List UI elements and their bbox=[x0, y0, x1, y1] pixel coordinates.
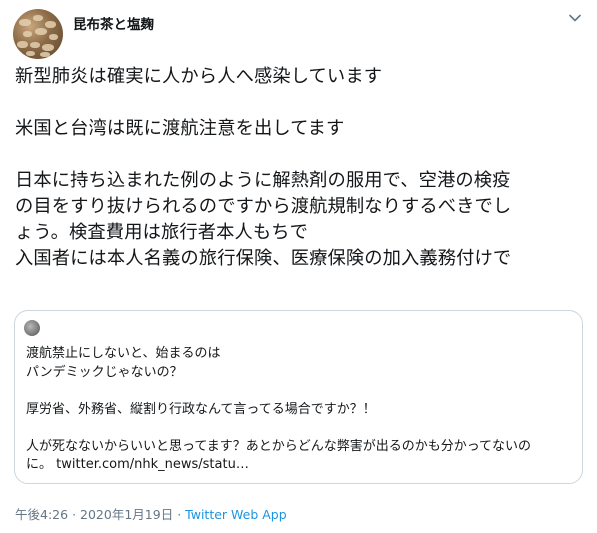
tweet-text: 新型肺炎は確実に人から人へ感染しています 米国と台湾は既に渡航注意を出してます … bbox=[15, 64, 587, 272]
quoted-tweet-line: 厚労省、外務省、縦割り行政なんて言ってる場合ですか？！ bbox=[26, 401, 376, 417]
meta-separator: · bbox=[72, 507, 77, 522]
avatar[interactable] bbox=[13, 9, 63, 59]
tweet-line: 入国者には本人名義の旅行保険、医療保険の加入義務付けで bbox=[15, 248, 512, 269]
meta-separator: · bbox=[177, 507, 182, 522]
quoted-tweet-avatar bbox=[24, 320, 40, 336]
tweet-line: の目をすり抜けられるのですから渡航規制なりするべきでし bbox=[15, 196, 512, 217]
quoted-tweet-card[interactable]: 渡航禁止にしないと、始まるのは パンデミックじゃないの？ 厚労省、外務省、縦割り… bbox=[14, 310, 583, 484]
chevron-down-icon[interactable] bbox=[568, 13, 582, 23]
quoted-tweet-line-end: に。 bbox=[26, 457, 53, 472]
tweet-date[interactable]: 2020年1月19日 bbox=[80, 507, 173, 522]
tweet-line: ょう。検査費用は旅行者本人もちで bbox=[15, 222, 309, 243]
tweet-time[interactable]: 午後4:26 bbox=[15, 507, 68, 522]
tweet-metadata: 午後4:26 · 2020年1月19日 · Twitter Web App bbox=[15, 504, 287, 523]
tweet-source-link[interactable]: Twitter Web App bbox=[185, 507, 287, 522]
quoted-tweet-link[interactable]: twitter.com/nhk_news/statu… bbox=[56, 457, 249, 472]
quoted-tweet-last-line: に。 twitter.com/nhk_news/statu… bbox=[26, 456, 571, 475]
quoted-tweet-line: 人が死なないからいいと思ってます？あとからどんな弊害が出るのかも分かってないの bbox=[26, 438, 532, 454]
tweet: 昆布茶と塩麹 新型肺炎は確実に人から人へ感染しています 米国と台湾は既に渡航注意… bbox=[0, 0, 597, 533]
tweet-line: 新型肺炎は確実に人から人へ感染しています bbox=[15, 66, 383, 87]
quoted-tweet-line: 渡航禁止にしないと、始まるのは bbox=[26, 346, 221, 361]
tweet-line: 米国と台湾は既に渡航注意を出してます bbox=[15, 118, 345, 139]
quoted-tweet-text: 渡航禁止にしないと、始まるのは パンデミックじゃないの？ 厚労省、外務省、縦割り… bbox=[26, 345, 571, 475]
display-name[interactable]: 昆布茶と塩麹 bbox=[73, 13, 154, 33]
quoted-tweet-line: パンデミックじゃないの？ bbox=[26, 364, 183, 380]
tweet-line: 日本に持ち込まれた例のように解熱剤の服用で、空港の検疫 bbox=[15, 170, 511, 191]
